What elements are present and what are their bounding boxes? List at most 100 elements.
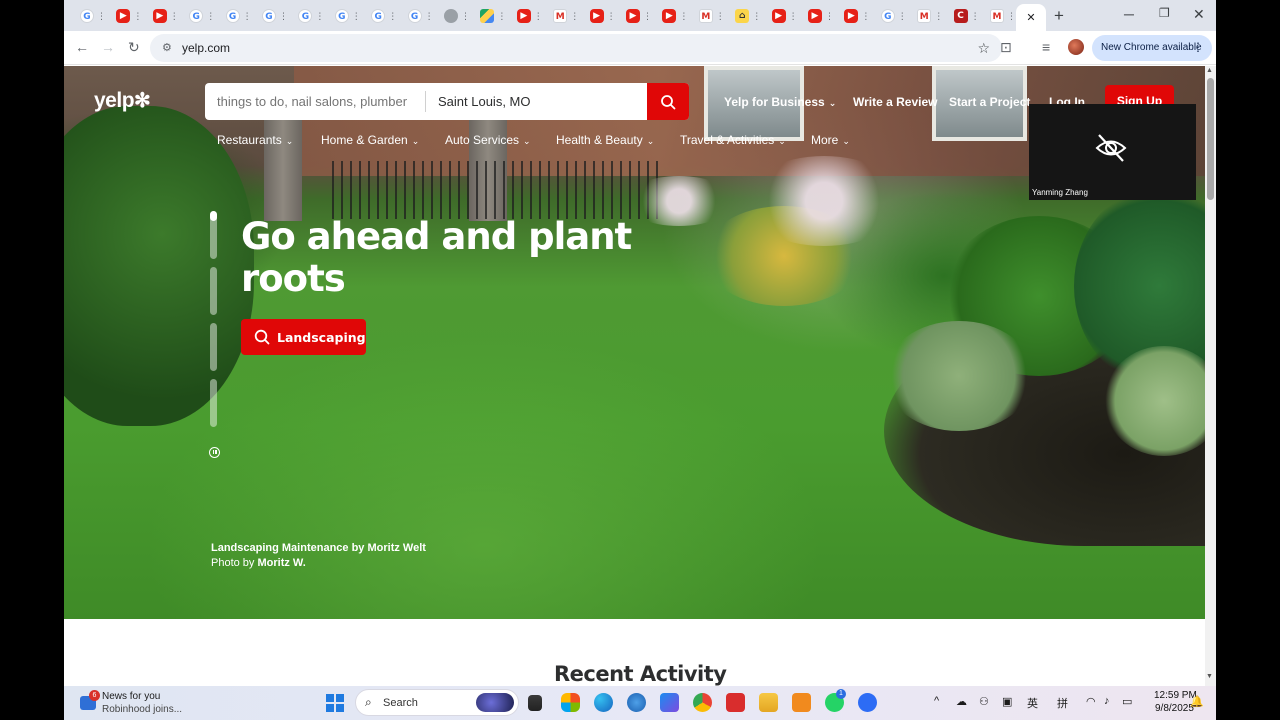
browser-tab[interactable]: G ⋮ xyxy=(222,4,256,28)
browser-tab[interactable]: C ⋮ xyxy=(950,4,984,28)
google-icon: G xyxy=(407,9,422,23)
tab-separator-icon: ⋮ xyxy=(1007,10,1016,21)
battery-icon[interactable]: ▭ xyxy=(1122,695,1132,708)
taskbar-search[interactable]: ⌕ Search xyxy=(355,689,519,716)
category-auto-services[interactable]: Auto Services ⌄ xyxy=(445,133,531,147)
yelp-logo[interactable]: yelp✻ xyxy=(94,88,151,113)
browser-tab[interactable]: ⋮ xyxy=(476,4,510,28)
browser-tab[interactable]: ⌂ ⋮ xyxy=(731,4,765,28)
browser-tab[interactable]: ▶ ⋮ xyxy=(112,4,146,28)
category-restaurants[interactable]: Restaurants ⌄ xyxy=(217,133,293,147)
browser-tab[interactable]: ▶ ⋮ xyxy=(658,4,692,28)
browser-tab[interactable]: ▶ ⋮ xyxy=(840,4,874,28)
start-project-link[interactable]: Start a Project xyxy=(949,95,1030,109)
search-icon xyxy=(254,329,270,345)
close-window-button[interactable]: ✕ xyxy=(1193,6,1205,23)
update-chrome-button[interactable]: New Chrome available ⋮ xyxy=(1092,35,1212,61)
copilot-icon[interactable] xyxy=(561,693,580,712)
file-explorer-icon[interactable] xyxy=(759,693,778,712)
landscaping-button[interactable]: Landscaping xyxy=(241,319,366,355)
tab-search-icon[interactable]: ⊡ xyxy=(1000,39,1012,56)
back-button[interactable]: ← xyxy=(75,39,89,55)
bookmark-star-icon[interactable]: ☆ xyxy=(977,40,990,57)
network-app-icon[interactable]: ⚇ xyxy=(979,695,989,708)
category-home-garden[interactable]: Home & Garden ⌄ xyxy=(321,133,419,147)
browser-tab[interactable]: M ⋮ xyxy=(549,4,583,28)
wifi-icon[interactable]: ◠ xyxy=(1086,695,1096,708)
new-tab-button[interactable]: + xyxy=(1054,6,1064,26)
browser-tab[interactable]: G ⋮ xyxy=(76,4,110,28)
volume-icon[interactable]: ♪ xyxy=(1104,695,1110,707)
location-input[interactable]: Saint Louis, MO xyxy=(438,94,531,109)
browser-tab[interactable]: M ⋮ xyxy=(986,4,1020,28)
clock-date[interactable]: 9/8/2025 xyxy=(1155,703,1194,714)
address-bar[interactable]: ⚙ yelp.com ☆ xyxy=(150,34,1002,62)
browser-tab[interactable]: M ⋮ xyxy=(695,4,729,28)
zoom-icon[interactable] xyxy=(858,693,877,712)
browser-tab[interactable]: G ⋮ xyxy=(404,4,438,28)
menu-dots-icon[interactable]: ⋮ xyxy=(1192,40,1204,54)
yelp-for-business-label: Yelp for Business xyxy=(724,95,825,109)
category-more[interactable]: More ⌄ xyxy=(811,133,850,147)
browser-tab[interactable]: ▶ ⋮ xyxy=(513,4,547,28)
active-tab[interactable]: ✕ xyxy=(1016,4,1046,31)
photo-credit-author[interactable]: Moritz W. xyxy=(257,557,305,569)
category-health-beauty[interactable]: Health & Beauty ⌄ xyxy=(556,133,654,147)
video-call-tile[interactable]: Yanming Zhang xyxy=(1029,104,1196,200)
maximize-button[interactable]: ❐ xyxy=(1159,6,1170,20)
browser-tab[interactable]: G ⋮ xyxy=(877,4,911,28)
chevron-up-icon[interactable]: ^ xyxy=(934,695,939,707)
ime-mode[interactable]: 拼 xyxy=(1057,695,1068,711)
app-icon[interactable] xyxy=(792,693,811,712)
cloud-icon[interactable]: ☁ xyxy=(956,695,967,708)
profile-avatar[interactable] xyxy=(1068,39,1084,55)
browser-tab[interactable]: ▶ ⋮ xyxy=(586,4,620,28)
search-button[interactable] xyxy=(647,83,689,120)
scroll-down-arrow-icon[interactable]: ▼ xyxy=(1206,673,1213,680)
notification-bell-icon[interactable]: 🔔 xyxy=(1190,695,1204,708)
carousel-indicator[interactable] xyxy=(210,379,217,427)
task-view-icon[interactable] xyxy=(528,695,542,711)
media-control-icon[interactable]: ≡ xyxy=(1042,39,1050,55)
photo-credit-title[interactable]: Landscaping Maintenance by Moritz Welt xyxy=(211,542,426,554)
carousel-indicator[interactable] xyxy=(210,267,217,315)
windows-start-icon[interactable] xyxy=(326,694,344,712)
edge-dev-icon[interactable] xyxy=(660,693,679,712)
scroll-up-arrow-icon[interactable]: ▲ xyxy=(1206,67,1213,74)
browser-tab[interactable]: G ⋮ xyxy=(258,4,292,28)
write-review-link[interactable]: Write a Review xyxy=(853,95,937,109)
category-travel-activities[interactable]: Travel & Activities ⌄ xyxy=(680,133,786,147)
wps-icon[interactable] xyxy=(726,693,745,712)
site-settings-icon[interactable]: ⚙ xyxy=(162,41,172,54)
browser-tab[interactable]: ▶ ⋮ xyxy=(804,4,838,28)
yelp-for-business-menu[interactable]: Yelp for Business ⌄ xyxy=(724,95,836,109)
display-icon[interactable]: ▣ xyxy=(1002,695,1012,708)
edge-beta-icon[interactable] xyxy=(627,693,646,712)
browser-tab[interactable]: G ⋮ xyxy=(294,4,328,28)
page-scrollbar[interactable]: ▲ ▼ xyxy=(1205,66,1216,686)
scroll-thumb[interactable] xyxy=(1207,78,1214,200)
browser-tab[interactable]: ▶ ⋮ xyxy=(622,4,656,28)
edge-icon[interactable] xyxy=(594,693,613,712)
browser-tab[interactable]: ▶ ⋮ xyxy=(149,4,183,28)
browser-tab[interactable]: G ⋮ xyxy=(185,4,219,28)
chrome-icon[interactable] xyxy=(693,693,712,712)
minimize-button[interactable]: ─ xyxy=(1124,6,1134,22)
find-input[interactable]: things to do, nail salons, plumber xyxy=(217,94,407,109)
tab-separator-icon: ⋮ xyxy=(461,10,470,21)
carousel-indicator[interactable] xyxy=(210,323,217,371)
browser-tab[interactable]: M ⋮ xyxy=(913,4,947,28)
ime-language[interactable]: 英 xyxy=(1027,695,1038,711)
browser-tab[interactable]: ⋮ xyxy=(440,4,474,28)
tab-separator-icon: ⋮ xyxy=(570,10,580,21)
pause-icon[interactable] xyxy=(209,447,220,458)
browser-tab[interactable]: G ⋮ xyxy=(367,4,401,28)
browser-tab[interactable]: G ⋮ xyxy=(331,4,365,28)
forward-button[interactable]: → xyxy=(101,39,115,55)
browser-tab[interactable]: ▶ ⋮ xyxy=(768,4,802,28)
close-tab-icon[interactable]: ✕ xyxy=(1026,11,1035,24)
carousel-indicator-active[interactable] xyxy=(210,211,217,259)
reload-button[interactable]: ↻ xyxy=(128,39,140,56)
gmail-icon: M xyxy=(553,9,568,23)
tab-separator-icon: ⋮ xyxy=(788,10,798,21)
